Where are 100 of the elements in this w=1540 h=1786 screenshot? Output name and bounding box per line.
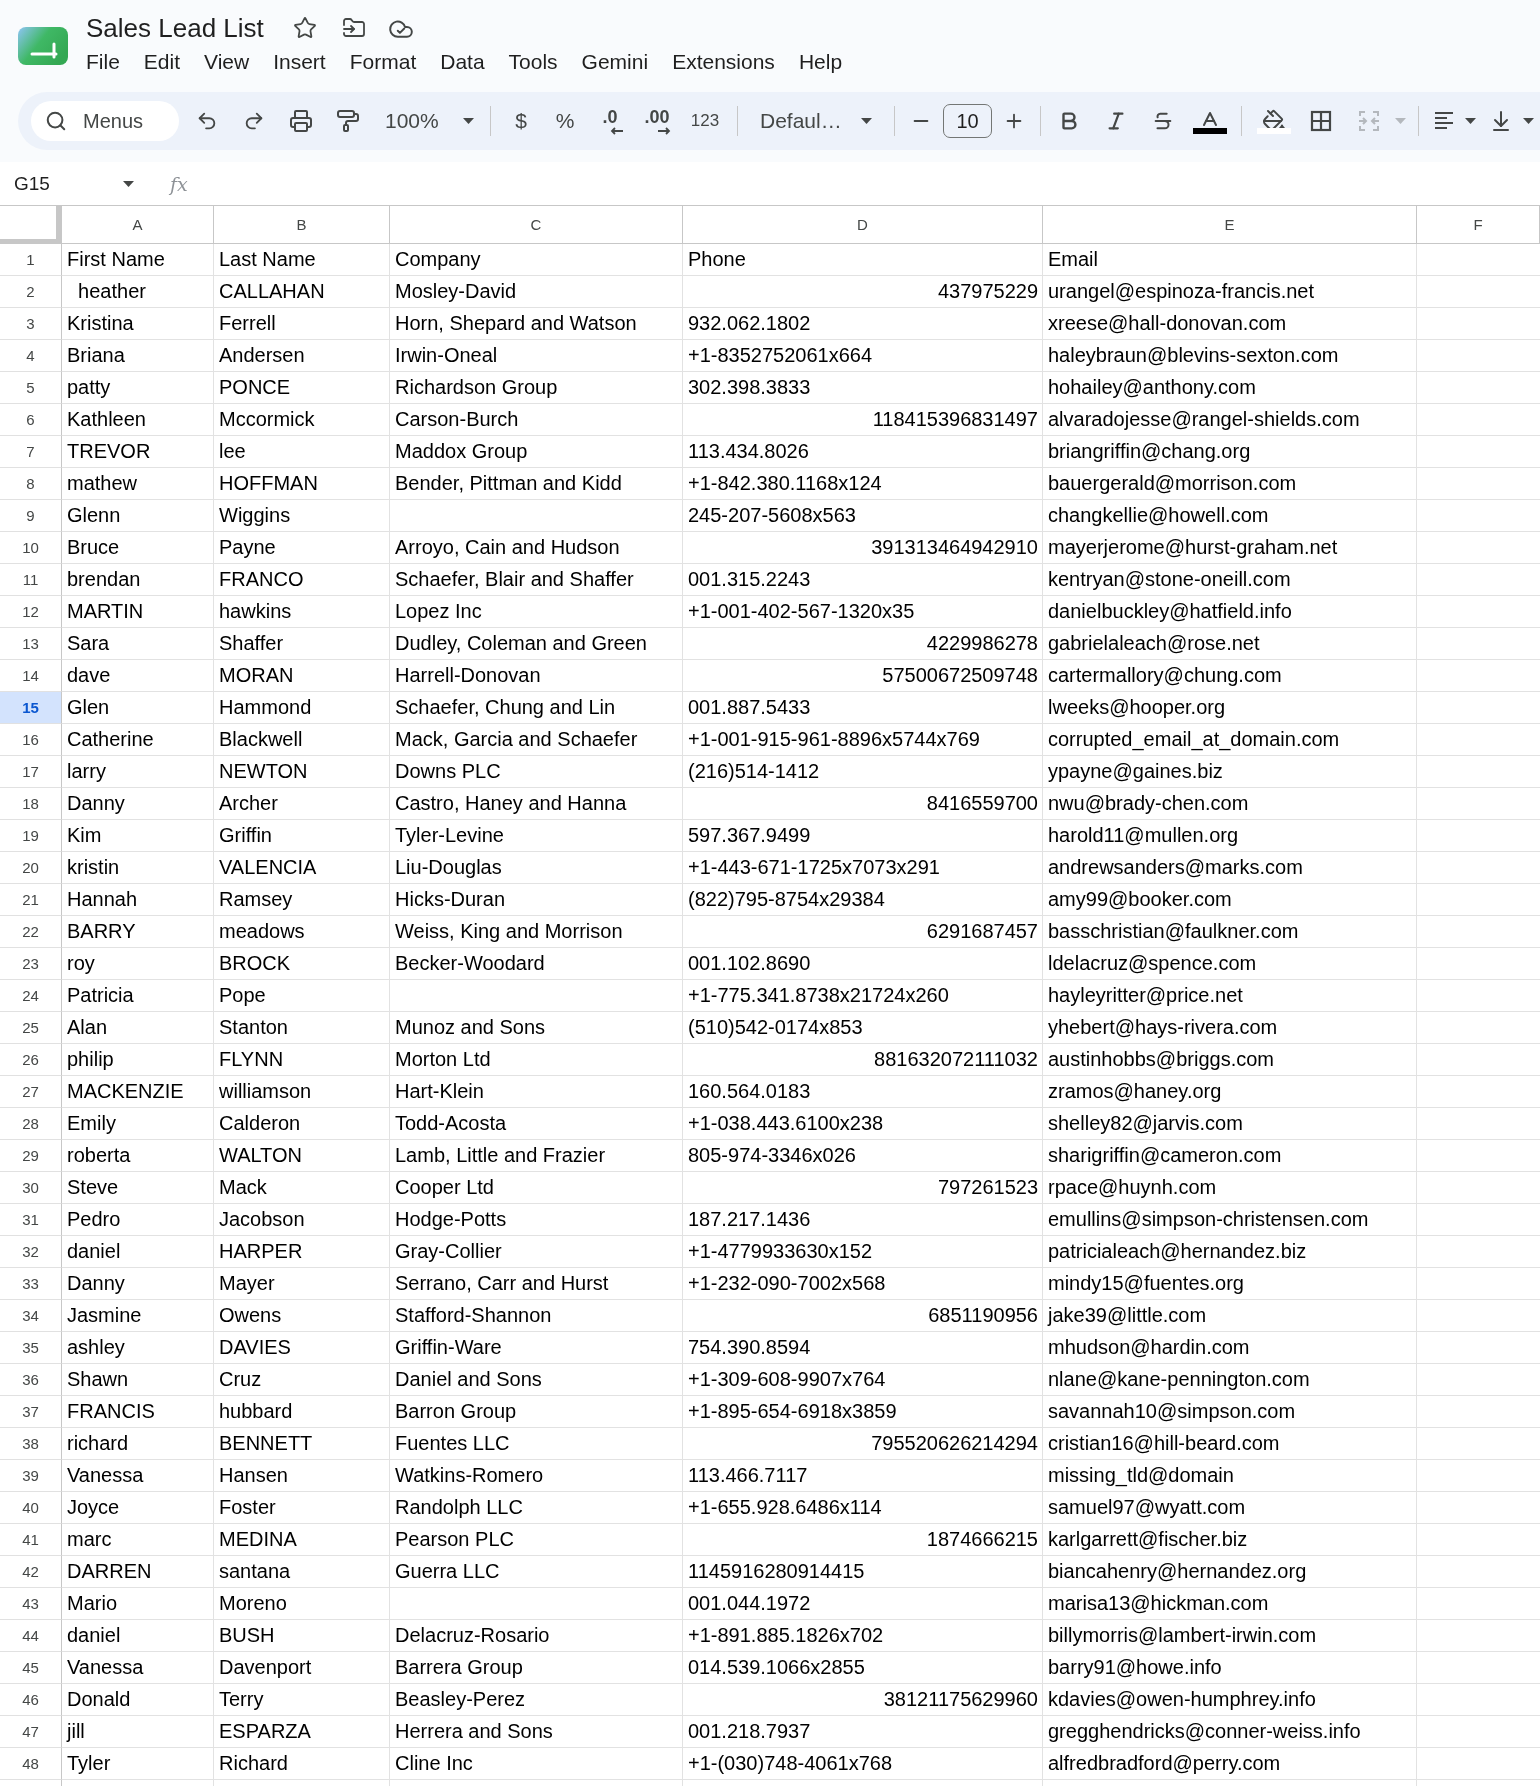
decrease-decimal-button[interactable]: .0: [587, 101, 633, 141]
table-cell-text: PONCE: [218, 375, 292, 400]
table-cell-text: shelley82@jarvis.com: [1047, 1111, 1244, 1136]
fill-color-icon[interactable]: [1256, 108, 1291, 134]
column-header[interactable]: C: [390, 206, 683, 244]
table-cell-text: Lamb, Little and Frazier: [394, 1143, 607, 1168]
menu-item[interactable]: View: [204, 48, 250, 76]
function-label: fx: [170, 172, 188, 195]
table-cell-text: gabrielaleach@rose.net: [1047, 631, 1261, 656]
table-cell-text: Becker-Woodard: [394, 951, 546, 976]
table-cell-text: Pope: [218, 983, 267, 1008]
table-cell-text: Pearson PLC: [394, 1527, 515, 1552]
table-cell-text: urangel@espinoza-francis.net: [1047, 279, 1315, 304]
table-cell-text: Sara: [66, 631, 111, 656]
search-icon: [45, 110, 67, 132]
folder-arrow-icon[interactable]: [341, 16, 366, 40]
table-cell-text: First Name: [66, 247, 166, 272]
table-cell-text: +1-309-608-9907x764: [687, 1367, 887, 1392]
menu-item[interactable]: Tools: [508, 48, 558, 76]
table-cell-text: Griffin: [218, 823, 273, 848]
font-select[interactable]: Defaul…: [746, 101, 886, 141]
star-icon[interactable]: [292, 16, 317, 40]
font-size-field[interactable]: 10: [943, 104, 992, 138]
table-cell-text: HOFFMAN: [218, 471, 319, 496]
column-header[interactable]: E: [1043, 206, 1417, 244]
table-cell-text: +1-655.928.6486x114: [687, 1495, 883, 1520]
table-cell-text: williamson: [218, 1079, 313, 1104]
borders-icon[interactable]: [1308, 109, 1333, 133]
table-cell-text: savannah10@simpson.com: [1047, 1399, 1297, 1424]
column-header[interactable]: D: [683, 206, 1043, 244]
table-cell-text: Payne: [218, 535, 277, 560]
table-cell-text: Glenn: [66, 503, 122, 528]
table-cell-text: nlane@kane-pennington.com: [1047, 1367, 1311, 1392]
column-header[interactable]: F: [1417, 206, 1540, 244]
table-cell-text: 795520626214294: [870, 1431, 1039, 1456]
table-cell-text: changkellie@howell.com: [1047, 503, 1270, 528]
table-cell-text: Fuentes LLC: [394, 1431, 511, 1456]
menu-item[interactable]: Gemini: [581, 48, 649, 76]
table-cell-text: danielbuckley@hatfield.info: [1047, 599, 1293, 624]
document-title[interactable]: Sales Lead List: [86, 12, 264, 44]
table-cell-text: FRANCO: [218, 567, 305, 592]
table-cell-text: briangriffin@chang.org: [1047, 439, 1252, 464]
table-cell-text: Herrera and Sons: [394, 1719, 554, 1744]
table-cell-text: Kristina: [66, 311, 135, 336]
table-cell-text: Delacruz-Rosario: [394, 1623, 551, 1648]
table-cell-text: emullins@simpson-christensen.com: [1047, 1207, 1370, 1232]
menu-item[interactable]: Edit: [143, 48, 181, 76]
number-format-button[interactable]: 123: [681, 101, 729, 141]
print-icon[interactable]: [288, 109, 313, 133]
caret-icon[interactable]: [861, 118, 872, 124]
table-cell-text: Schaefer, Blair and Shaffer: [394, 567, 635, 592]
zoom-select[interactable]: 100%: [371, 101, 482, 141]
caret-icon[interactable]: [1465, 118, 1476, 124]
table-cell-text: +1-038.443.6100x238: [687, 1111, 885, 1136]
percent-format-button[interactable]: %: [543, 101, 587, 141]
table-cell-text: billymorris@lambert-irwin.com: [1047, 1623, 1318, 1648]
table-cell-text: Email: [1047, 247, 1099, 272]
caret-icon[interactable]: [123, 180, 134, 187]
cell-reference-field[interactable]: G15: [0, 162, 144, 205]
caret-icon[interactable]: [463, 118, 474, 124]
table-cell-text: kristin: [66, 855, 121, 880]
logo-icon[interactable]: [18, 27, 68, 65]
table-cell-text: richard: [66, 1431, 130, 1456]
table-cell-text: mayerjerome@hurst-graham.net: [1047, 535, 1339, 560]
table-cell-text: daniel: [66, 1239, 122, 1264]
menu-item[interactable]: Help: [798, 48, 843, 76]
menu-item[interactable]: Extensions: [672, 48, 775, 76]
currency-format-button[interactable]: $: [499, 101, 543, 141]
table-cell-text: DAVIES: [218, 1335, 292, 1360]
table-cell-text: austinhobbs@briggs.com: [1047, 1047, 1275, 1072]
table-cell-text: xreese@hall-donovan.com: [1047, 311, 1288, 336]
column-header[interactable]: A: [62, 206, 214, 244]
table-cell-text: barry91@howe.info: [1047, 1655, 1223, 1680]
table-cell-text: patricialeach@hernandez.biz: [1047, 1239, 1308, 1264]
table-cell-text: hayleyritter@price.net: [1047, 983, 1244, 1008]
menu-item[interactable]: Data: [440, 48, 485, 76]
menu-search-field[interactable]: Menus: [31, 101, 179, 141]
table-cell-text: 754.390.8594: [687, 1335, 812, 1360]
table-cell-text: samuel97@wyatt.com: [1047, 1495, 1247, 1520]
table-cell-text: Barron Group: [394, 1399, 518, 1424]
menu-item[interactable]: Insert: [273, 48, 326, 76]
table-cell-text: 597.367.9499: [687, 823, 812, 848]
table-cell-text: 001.315.2243: [687, 567, 812, 592]
increase-decimal-button[interactable]: .00: [633, 101, 681, 141]
table-cell-text: BUSH: [218, 1623, 276, 1648]
column-header[interactable]: B: [214, 206, 390, 244]
table-cell-text: Mccormick: [218, 407, 316, 432]
menu-item[interactable]: File: [86, 48, 120, 76]
table-cell-text: 001.887.5433: [687, 695, 812, 720]
caret-icon[interactable]: [1523, 118, 1534, 124]
table-cell-text: Terry: [218, 1687, 265, 1712]
table-cell-text: Catherine: [66, 727, 155, 752]
table-cell-text: Griffin-Ware: [394, 1335, 503, 1360]
table-cell-text: santana: [218, 1559, 292, 1584]
paint-roller-icon[interactable]: [335, 109, 360, 133]
row-header[interactable]: 15: [0, 692, 62, 724]
menu-item[interactable]: Format: [349, 48, 417, 76]
table-cell-text: brendan: [66, 567, 142, 592]
table-cell-text: ypayne@gaines.biz: [1047, 759, 1224, 784]
table-cell-text: Mario: [66, 1591, 118, 1616]
